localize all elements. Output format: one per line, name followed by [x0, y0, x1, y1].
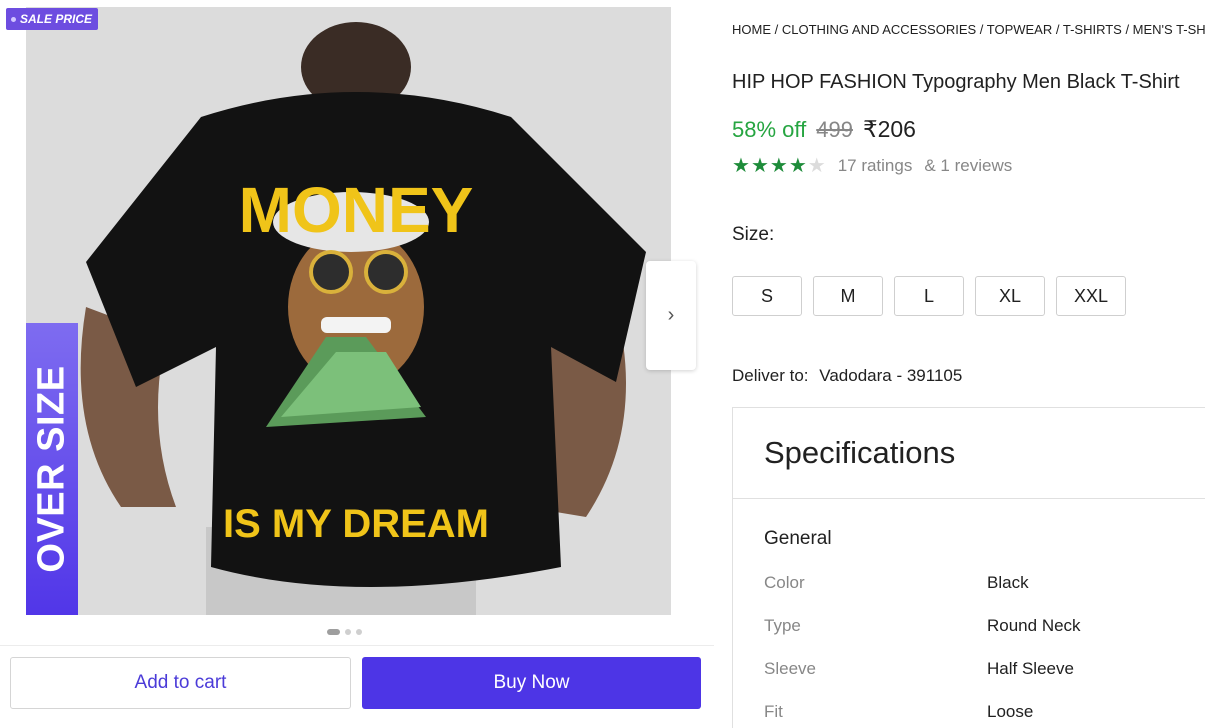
- star-rating: ★ ★ ★ ★ ★: [732, 156, 826, 176]
- specifications-panel: Specifications General Color Black Type Rou…: [732, 407, 1205, 728]
- oversize-label: OVER SIZE: [30, 365, 73, 573]
- specifications-heading: Specifications: [733, 408, 1205, 499]
- size-option-s[interactable]: S: [732, 276, 802, 316]
- product-image[interactable]: MONEY IS MY DREAM: [26, 7, 671, 615]
- spec-value: Round Neck: [987, 616, 1081, 635]
- tshirt-illustration: MONEY IS MY DREAM: [26, 7, 671, 615]
- size-label: Size:: [732, 224, 775, 245]
- sale-price: ₹206: [862, 116, 916, 142]
- next-image-button[interactable]: ›: [646, 261, 696, 370]
- spec-key: Type: [764, 616, 801, 635]
- chevron-right-icon: ›: [667, 304, 675, 326]
- badge-dot-icon: [11, 16, 16, 22]
- sale-badge: SALE PRICE: [6, 8, 99, 30]
- spec-value: Loose: [987, 702, 1034, 721]
- carousel-dot-1[interactable]: [327, 629, 340, 635]
- carousel-dot-3[interactable]: [356, 629, 362, 635]
- oversize-banner: OVER SIZE: [26, 323, 78, 615]
- action-bar: Add to cart Buy Now: [0, 645, 714, 728]
- spec-value: Black: [987, 573, 1029, 592]
- size-option-xxl[interactable]: XXL: [1056, 276, 1126, 316]
- spec-key: Sleeve: [764, 659, 816, 678]
- print-bottom-text: IS MY DREAM: [223, 502, 489, 546]
- size-option-l[interactable]: L: [894, 276, 964, 316]
- carousel-dots: [327, 629, 362, 635]
- original-price: 499: [816, 117, 853, 142]
- star-icon: ★: [769, 155, 788, 177]
- buy-now-button[interactable]: Buy Now: [362, 657, 701, 709]
- breadcrumb[interactable]: HOME / CLOTHING AND ACCESSORIES / TOPWEA…: [732, 22, 1205, 37]
- ratings-count[interactable]: 17 ratings: [838, 156, 913, 176]
- size-option-xl[interactable]: XL: [975, 276, 1045, 316]
- product-info: HOME / CLOTHING AND ACCESSORIES / TOPWEA…: [732, 0, 1205, 728]
- star-icon: ★: [732, 155, 750, 177]
- spec-key: Color: [764, 573, 805, 592]
- rating-row: ★ ★ ★ ★ ★ 17 ratings & 1 reviews: [732, 156, 1012, 176]
- print-top-text: MONEY: [239, 174, 474, 246]
- delivery-info: Deliver to: Vadodara - 391105: [732, 366, 962, 386]
- star-icon: ★: [788, 155, 807, 177]
- spec-group-title: General: [764, 528, 832, 549]
- product-gallery: MONEY IS MY DREAM SALE PRICE OVER SIZE ›…: [0, 0, 718, 728]
- star-icon: ★: [750, 155, 769, 177]
- size-option-m[interactable]: M: [813, 276, 883, 316]
- star-icon: ★: [807, 155, 826, 177]
- spec-value: Half Sleeve: [987, 659, 1074, 678]
- product-title: HIP HOP FASHION Typography Men Black T-S…: [732, 71, 1180, 93]
- add-to-cart-button[interactable]: Add to cart: [10, 657, 351, 709]
- discount-percent: 58% off: [732, 117, 807, 142]
- price-row: 58% off 499 ₹206: [732, 116, 916, 143]
- reviews-count[interactable]: & 1 reviews: [924, 156, 1012, 176]
- delivery-location[interactable]: Vadodara - 391105: [819, 366, 962, 385]
- size-selector: S M L XL XXL: [732, 276, 1126, 316]
- deliver-label: Deliver to:: [732, 366, 809, 385]
- carousel-dot-2[interactable]: [345, 629, 351, 635]
- spec-key: Fit: [764, 702, 783, 721]
- sale-badge-label: SALE PRICE: [20, 12, 93, 26]
